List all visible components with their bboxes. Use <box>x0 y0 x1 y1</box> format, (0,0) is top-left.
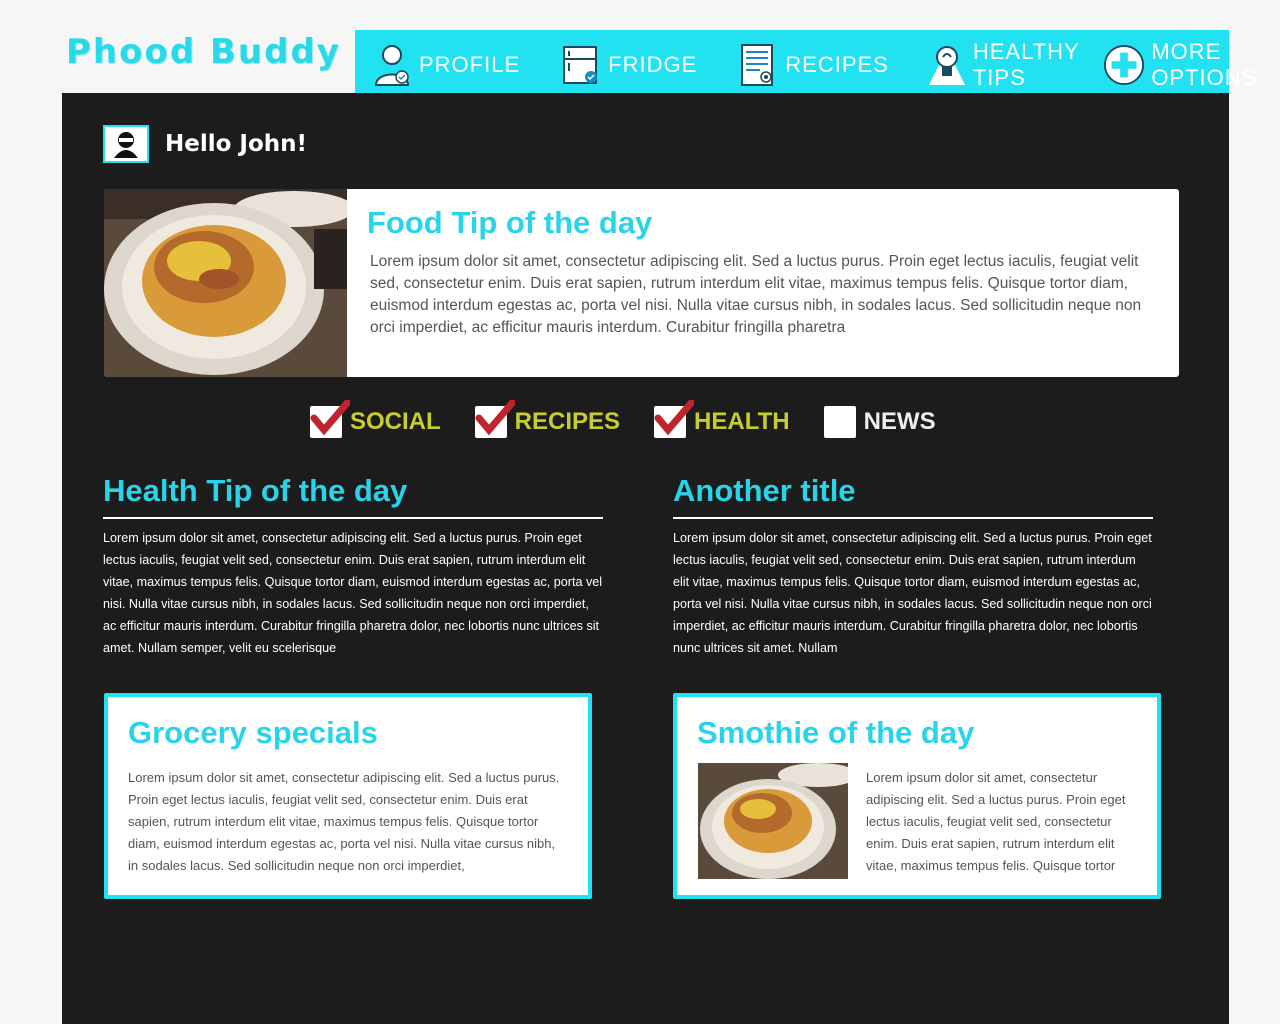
nav-label: HEALTHY TIPS <box>972 39 1080 90</box>
nav-fridge[interactable]: FRIDGE <box>560 30 697 100</box>
avatar[interactable] <box>103 125 149 163</box>
main-nav: PROFILE FRIDGE RECIPES HEALTHY TIPS MORE… <box>355 30 1256 100</box>
profile-icon <box>371 42 413 88</box>
nav-profile[interactable]: PROFILE <box>371 30 520 100</box>
health-tip-text: Lorem ipsum dolor sit amet, consectetur … <box>103 531 603 655</box>
nav-label: PROFILE <box>419 52 521 77</box>
checkbox-checked-icon[interactable] <box>310 400 350 438</box>
food-photo <box>104 189 354 377</box>
fridge-icon <box>560 42 602 88</box>
smoothie-photo <box>698 763 858 879</box>
recipes-icon <box>737 42 779 88</box>
food-tip-title: Food Tip of the day <box>367 205 653 240</box>
food-tip-text: Lorem ipsum dolor sit amet, consectetur … <box>370 253 1142 336</box>
filter-label: HEALTH <box>694 408 790 435</box>
nav-more-options[interactable]: MORE OPTIONS <box>1103 30 1257 100</box>
nav-recipes[interactable]: RECIPES <box>737 30 889 100</box>
grocery-title: Grocery specials <box>128 715 378 750</box>
nav-label: RECIPES <box>785 52 889 77</box>
another-section: Another title Lorem ipsum dolor sit amet… <box>673 473 1153 659</box>
smoothie-title: Smothie of the day <box>697 715 975 750</box>
checkbox-checked-icon[interactable] <box>474 400 515 438</box>
nav-label: FRIDGE <box>608 52 698 77</box>
lightbulb-icon <box>927 42 967 88</box>
greeting-text: Hello John! <box>165 131 308 157</box>
plus-icon <box>1103 42 1145 88</box>
checkbox-unchecked-icon[interactable] <box>823 406 856 438</box>
grocery-specials-card[interactable]: Grocery specials Lorem ipsum dolor sit a… <box>104 693 592 899</box>
filter-label: RECIPES <box>514 408 621 435</box>
dashboard-panel: Hello John! Food Tip of the day Lorem ip… <box>62 93 1229 1024</box>
food-tip-card: Food Tip of the day Lorem ipsum dolor si… <box>104 189 1179 377</box>
checkbox-checked-icon[interactable] <box>654 400 695 438</box>
filter-social[interactable]: SOCIAL <box>310 400 441 438</box>
health-tip-title: Health Tip of the day <box>103 473 603 519</box>
another-title: Another title <box>673 473 1153 519</box>
filter-label: SOCIAL <box>350 408 441 435</box>
filter-news[interactable]: NEWS <box>823 406 936 438</box>
greeting-bar: Hello John! <box>103 125 307 163</box>
filter-label: NEWS <box>863 408 936 435</box>
feed-filters: SOCIAL RECIPES HEALTH NEWS <box>310 400 970 438</box>
another-text: Lorem ipsum dolor sit amet, consectetur … <box>673 531 1152 655</box>
grocery-text: Lorem ipsum dolor sit amet, consectetur … <box>128 770 560 873</box>
nav-label: MORE OPTIONS <box>1151 39 1258 90</box>
health-tip-section: Health Tip of the day Lorem ipsum dolor … <box>103 473 603 659</box>
filter-health[interactable]: HEALTH <box>654 400 790 438</box>
smoothie-card[interactable]: Smothie of the day Lorem ipsum dolor sit… <box>673 693 1161 899</box>
filter-recipes[interactable]: RECIPES <box>474 400 621 438</box>
nav-healthy-tips[interactable]: HEALTHY TIPS <box>927 30 1081 100</box>
smoothie-text: Lorem ipsum dolor sit amet, consectetur … <box>866 770 1126 873</box>
app-logo[interactable]: Phood Buddy <box>66 32 341 72</box>
